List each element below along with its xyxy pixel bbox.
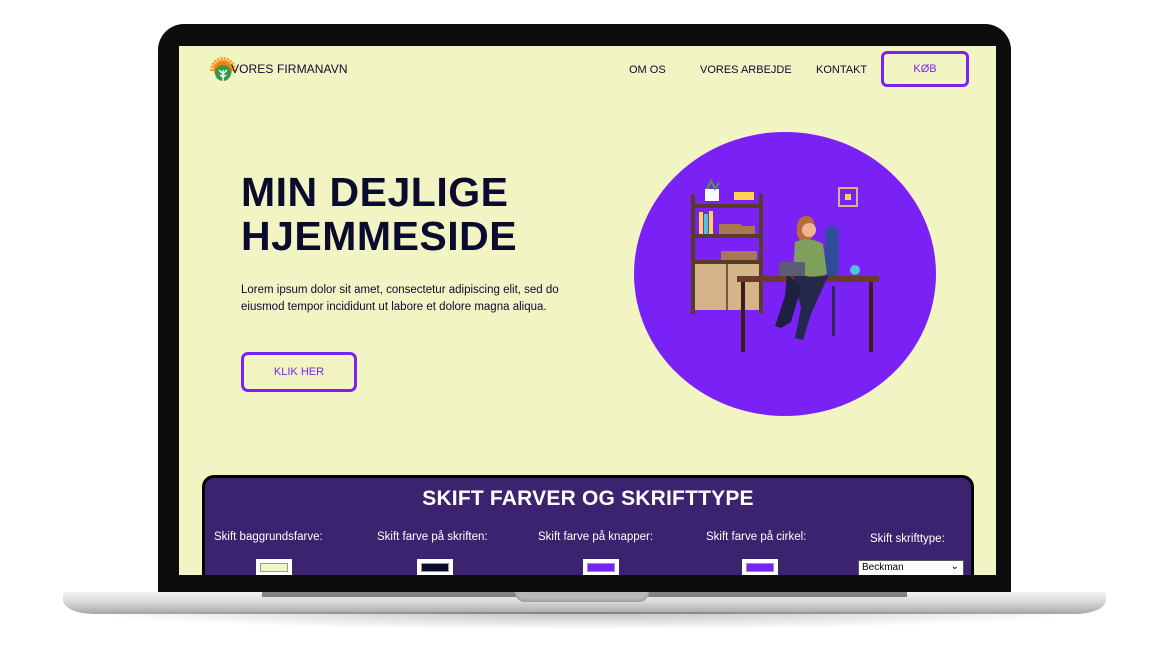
label-button-color: Skift farve på knapper: — [538, 531, 654, 543]
klik-her-button[interactable]: KLIK HER — [241, 352, 357, 392]
label-background-color: Skift baggrundsfarve: — [214, 531, 323, 543]
hero-title: MIN DEJLIGE HJEMMESIDE — [241, 170, 517, 258]
circle-color-swatch — [746, 563, 774, 572]
hero-title-line-2: HJEMMESIDE — [241, 213, 518, 259]
button-color-swatch — [587, 563, 615, 572]
website: VORES FIRMANAVN OM OS VORES ARBEJDE KONT… — [179, 46, 996, 575]
button-color-picker[interactable] — [583, 559, 619, 575]
label-font: Skift skrifttype: — [870, 533, 945, 545]
hero-title-line-1: MIN DEJLIGE — [241, 169, 509, 215]
laptop-screen: VORES FIRMANAVN OM OS VORES ARBEJDE KONT… — [179, 46, 996, 575]
customizer-panel: SKIFT FARVER OG SKRIFTTYPE Skift baggrun… — [202, 475, 974, 575]
font-select[interactable]: Beckman ⌄ — [858, 560, 964, 575]
bookshelf-icon — [691, 178, 763, 314]
chevron-down-icon: ⌄ — [950, 561, 959, 572]
buy-button[interactable]: KØB — [881, 51, 969, 87]
laptop-shadow — [75, 612, 1094, 630]
text-color-picker[interactable] — [417, 559, 453, 575]
panel-title: SKIFT FARVER OG SKRIFTTYPE — [422, 487, 754, 510]
brand-name[interactable]: VORES FIRMANAVN — [231, 62, 348, 76]
nav-link-kontakt[interactable]: KONTAKT — [816, 64, 867, 76]
circle-color-picker[interactable] — [742, 559, 778, 575]
label-circle-color: Skift farve på cirkel: — [706, 531, 807, 543]
hero-text: Lorem ipsum dolor sit amet, consectetur … — [241, 284, 559, 313]
woman-at-desk-illustration — [691, 178, 879, 352]
navbar: VORES FIRMANAVN OM OS VORES ARBEJDE KONT… — [179, 46, 996, 96]
nav-link-vores-arbejde[interactable]: VORES ARBEJDE — [700, 64, 792, 76]
laptop-notch — [515, 592, 649, 602]
background-color-picker[interactable] — [256, 559, 292, 575]
nav-link-om-os[interactable]: OM OS — [629, 64, 666, 76]
label-text-color: Skift farve på skriften: — [377, 531, 488, 543]
font-select-value: Beckman — [862, 562, 904, 573]
background-color-swatch — [260, 563, 288, 572]
text-color-swatch — [421, 563, 449, 572]
